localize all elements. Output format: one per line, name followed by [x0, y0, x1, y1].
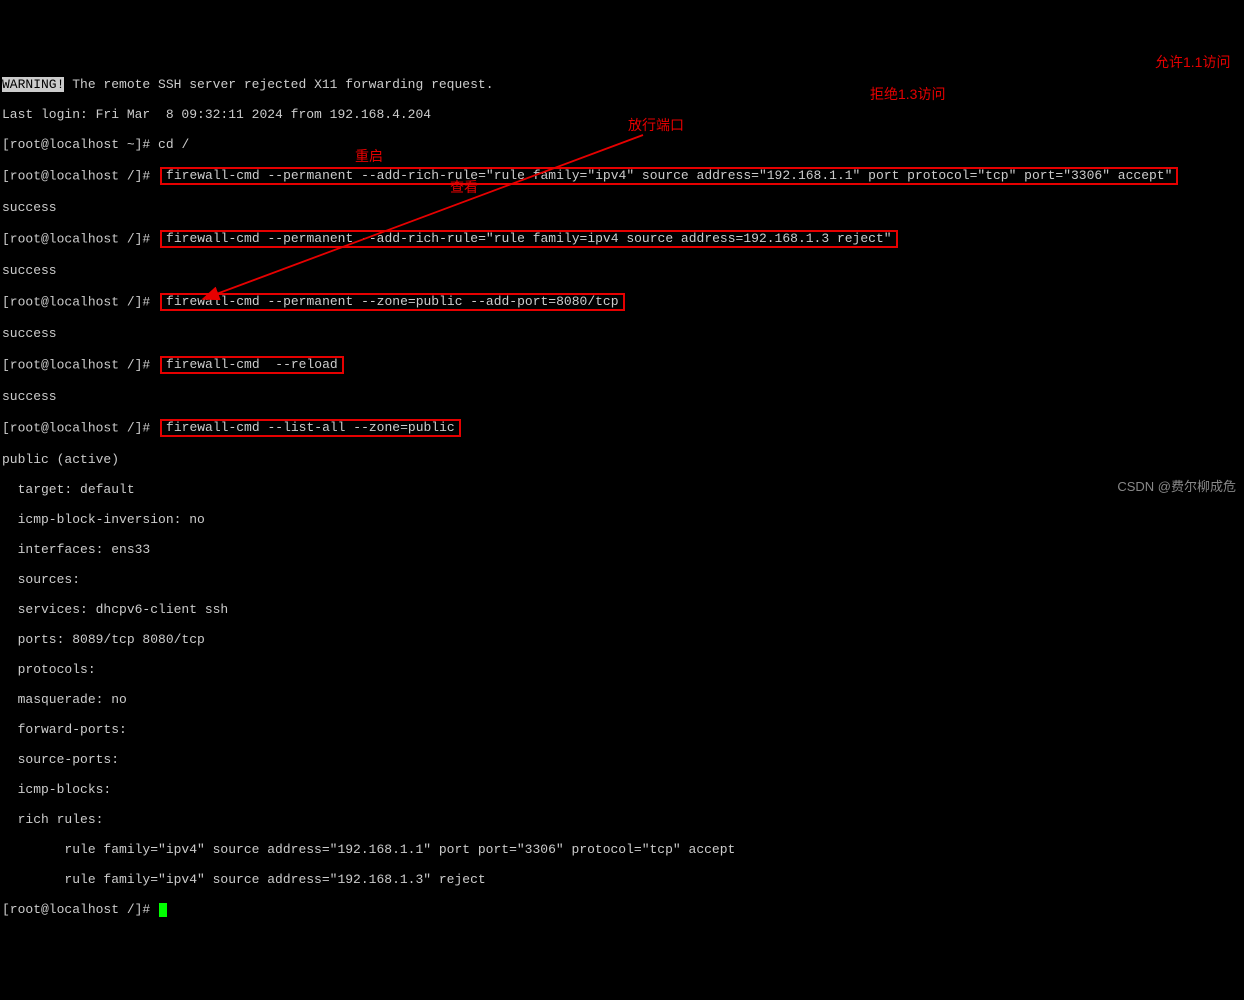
- line-port: [root@localhost /]# firewall-cmd --perma…: [2, 293, 1244, 311]
- line-prompt-cursor[interactable]: [root@localhost /]#: [2, 902, 1244, 917]
- success-line: success: [2, 200, 1244, 215]
- prompt: [root@localhost /]#: [2, 294, 150, 309]
- out-target: target: default: [2, 482, 1244, 497]
- success-line: success: [2, 389, 1244, 404]
- prompt: [root@localhost /]#: [2, 357, 150, 372]
- success-line: success: [2, 263, 1244, 278]
- annotation-port: 放行端口: [628, 118, 684, 133]
- out-fwd: forward-ports:: [2, 722, 1244, 737]
- prompt: [root@localhost /]#: [2, 902, 150, 917]
- annotation-reload: 重启: [355, 149, 383, 164]
- warning-text: The remote SSH server rejected X11 forwa…: [64, 77, 493, 92]
- prompt: [root@localhost /]#: [2, 420, 150, 435]
- out-sources: sources:: [2, 572, 1244, 587]
- out-rule2: rule family="ipv4" source address="192.1…: [2, 872, 1244, 887]
- terminal-output: WARNING! The remote SSH server rejected …: [0, 60, 1244, 932]
- watermark: CSDN @费尔柳成危: [1117, 479, 1236, 494]
- cmd-rule2: firewall-cmd --permanent --add-rich-rule…: [160, 230, 898, 248]
- last-login-line: Last login: Fri Mar 8 09:32:11 2024 from…: [2, 107, 1244, 122]
- out-srcports: source-ports:: [2, 752, 1244, 767]
- annotation-reject: 拒绝1.3访问: [870, 87, 945, 102]
- out-head: public (active): [2, 452, 1244, 467]
- prompt: [root@localhost /]#: [2, 168, 150, 183]
- cmd-port: firewall-cmd --permanent --zone=public -…: [160, 293, 624, 311]
- out-ports: ports: 8089/tcp 8080/tcp: [2, 632, 1244, 647]
- warning-line: WARNING! The remote SSH server rejected …: [2, 77, 1244, 92]
- cmd-list: firewall-cmd --list-all --zone=public: [160, 419, 461, 437]
- annotation-allow: 允许1.1访问: [1155, 55, 1230, 70]
- out-masq: masquerade: no: [2, 692, 1244, 707]
- line-cd: [root@localhost ~]# cd /: [2, 137, 1244, 152]
- out-icmpblk: icmp-blocks:: [2, 782, 1244, 797]
- line-rule1: [root@localhost /]# firewall-cmd --perma…: [2, 167, 1244, 185]
- prompt: [root@localhost /]#: [2, 231, 150, 246]
- out-rich: rich rules:: [2, 812, 1244, 827]
- cursor: [159, 903, 167, 917]
- out-iface: interfaces: ens33: [2, 542, 1244, 557]
- success-line: success: [2, 326, 1244, 341]
- out-rule1: rule family="ipv4" source address="192.1…: [2, 842, 1244, 857]
- cmd-rule1: firewall-cmd --permanent --add-rich-rule…: [160, 167, 1178, 185]
- cmd-reload: firewall-cmd --reload: [160, 356, 344, 374]
- out-services: services: dhcpv6-client ssh: [2, 602, 1244, 617]
- line-reload: [root@localhost /]# firewall-cmd --reloa…: [2, 356, 1244, 374]
- cmd-cd: cd /: [150, 137, 189, 152]
- warning-tag: WARNING!: [2, 77, 64, 92]
- prompt: [root@localhost ~]#: [2, 137, 150, 152]
- line-rule2: [root@localhost /]# firewall-cmd --perma…: [2, 230, 1244, 248]
- out-icmpinv: icmp-block-inversion: no: [2, 512, 1244, 527]
- out-proto: protocols:: [2, 662, 1244, 677]
- line-list: [root@localhost /]# firewall-cmd --list-…: [2, 419, 1244, 437]
- annotation-list: 查看: [450, 180, 478, 195]
